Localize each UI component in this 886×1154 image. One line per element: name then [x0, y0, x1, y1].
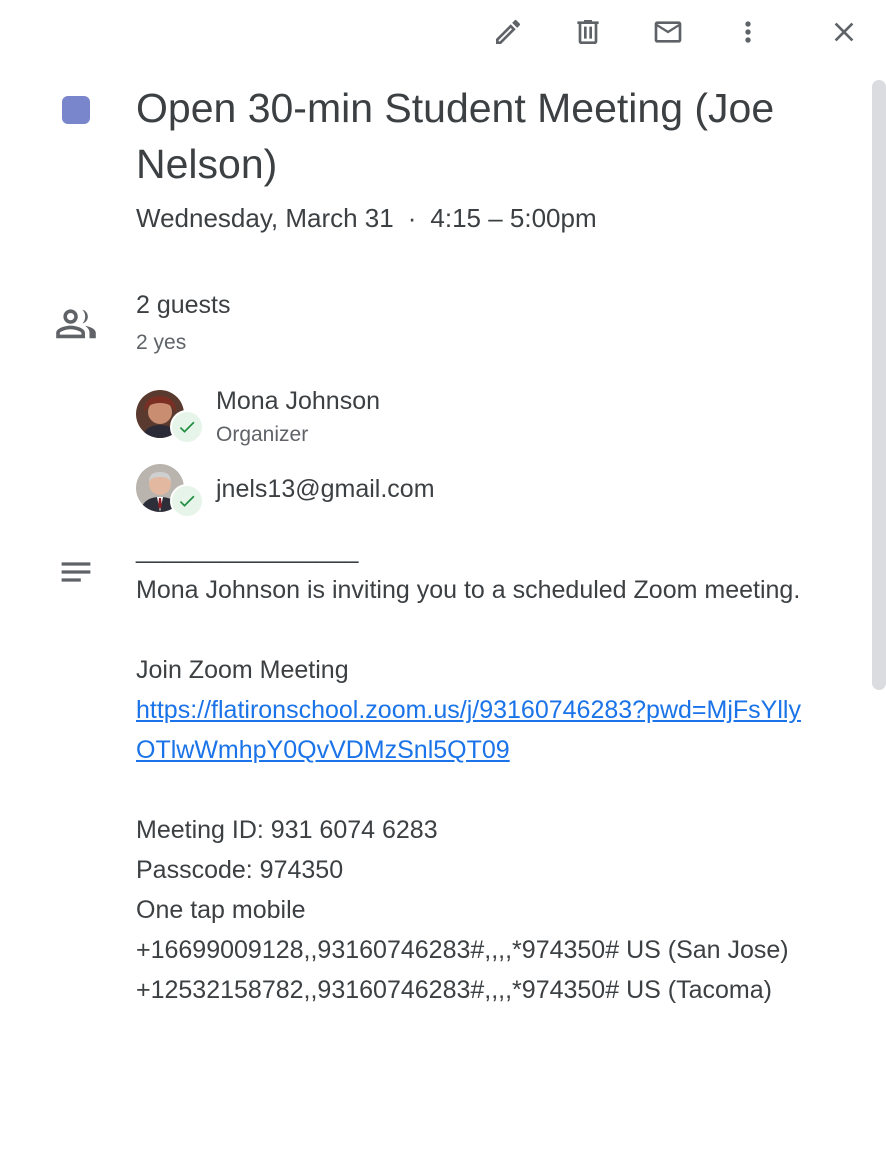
meeting-id: Meeting ID: 931 6074 6283: [136, 816, 438, 844]
people-icon: [54, 304, 98, 340]
more-vert-icon: [745, 21, 751, 43]
guests-rsvp-summary: 2 yes: [136, 331, 187, 354]
guest-email: jnels13@gmail.com: [216, 475, 435, 503]
datetime-separator: ·: [407, 203, 417, 233]
edit-button[interactable]: [484, 8, 532, 56]
guest-role: Organizer: [216, 423, 309, 446]
dial-in-number[interactable]: +16699009128,,93160746283#,,,,*974350# U…: [136, 930, 816, 970]
event-datetime: Wednesday, March 31 · 4:15 – 5:00pm: [136, 200, 597, 236]
toolbar: [0, 0, 886, 64]
more-options-button[interactable]: [724, 8, 772, 56]
meeting-passcode: Passcode: 974350: [136, 856, 344, 884]
one-tap-mobile-label: One tap mobile: [136, 896, 306, 924]
scrollbar[interactable]: [872, 80, 886, 690]
email-guests-button[interactable]: [644, 8, 692, 56]
notes-icon: [56, 556, 96, 588]
pencil-icon: [496, 19, 521, 44]
check-icon: [170, 410, 204, 444]
delete-button[interactable]: [564, 8, 612, 56]
guest-row[interactable]: jnels13@gmail.com: [136, 464, 796, 518]
check-icon: [170, 484, 204, 518]
zoom-meeting-link[interactable]: https://flatironschool.zoom.us/j/9316074…: [136, 696, 801, 764]
event-title: Open 30-min Student Meeting (Joe Nelson): [136, 85, 775, 187]
close-button[interactable]: [820, 8, 868, 56]
event-time: 4:15 – 5:00pm: [430, 203, 597, 233]
event-description: ________________ Mona Johnson is invitin…: [136, 530, 816, 1010]
close-icon: [834, 22, 854, 42]
description-join-label: Join Zoom Meeting: [136, 656, 349, 684]
guest-row[interactable]: Mona Johnson Organizer: [136, 387, 796, 446]
description-rule: ________________: [136, 536, 359, 564]
guests-count: 2 guests: [136, 291, 231, 319]
calendar-color-chip: [62, 96, 90, 124]
trash-icon: [577, 20, 599, 44]
dial-in-number[interactable]: +12532158782,,93160746283#,,,,*974350# U…: [136, 970, 816, 1010]
mail-icon: [654, 21, 682, 43]
description-intro: Mona Johnson is inviting you to a schedu…: [136, 576, 801, 604]
guest-name: Mona Johnson: [216, 387, 381, 415]
event-date: Wednesday, March 31: [136, 203, 394, 233]
